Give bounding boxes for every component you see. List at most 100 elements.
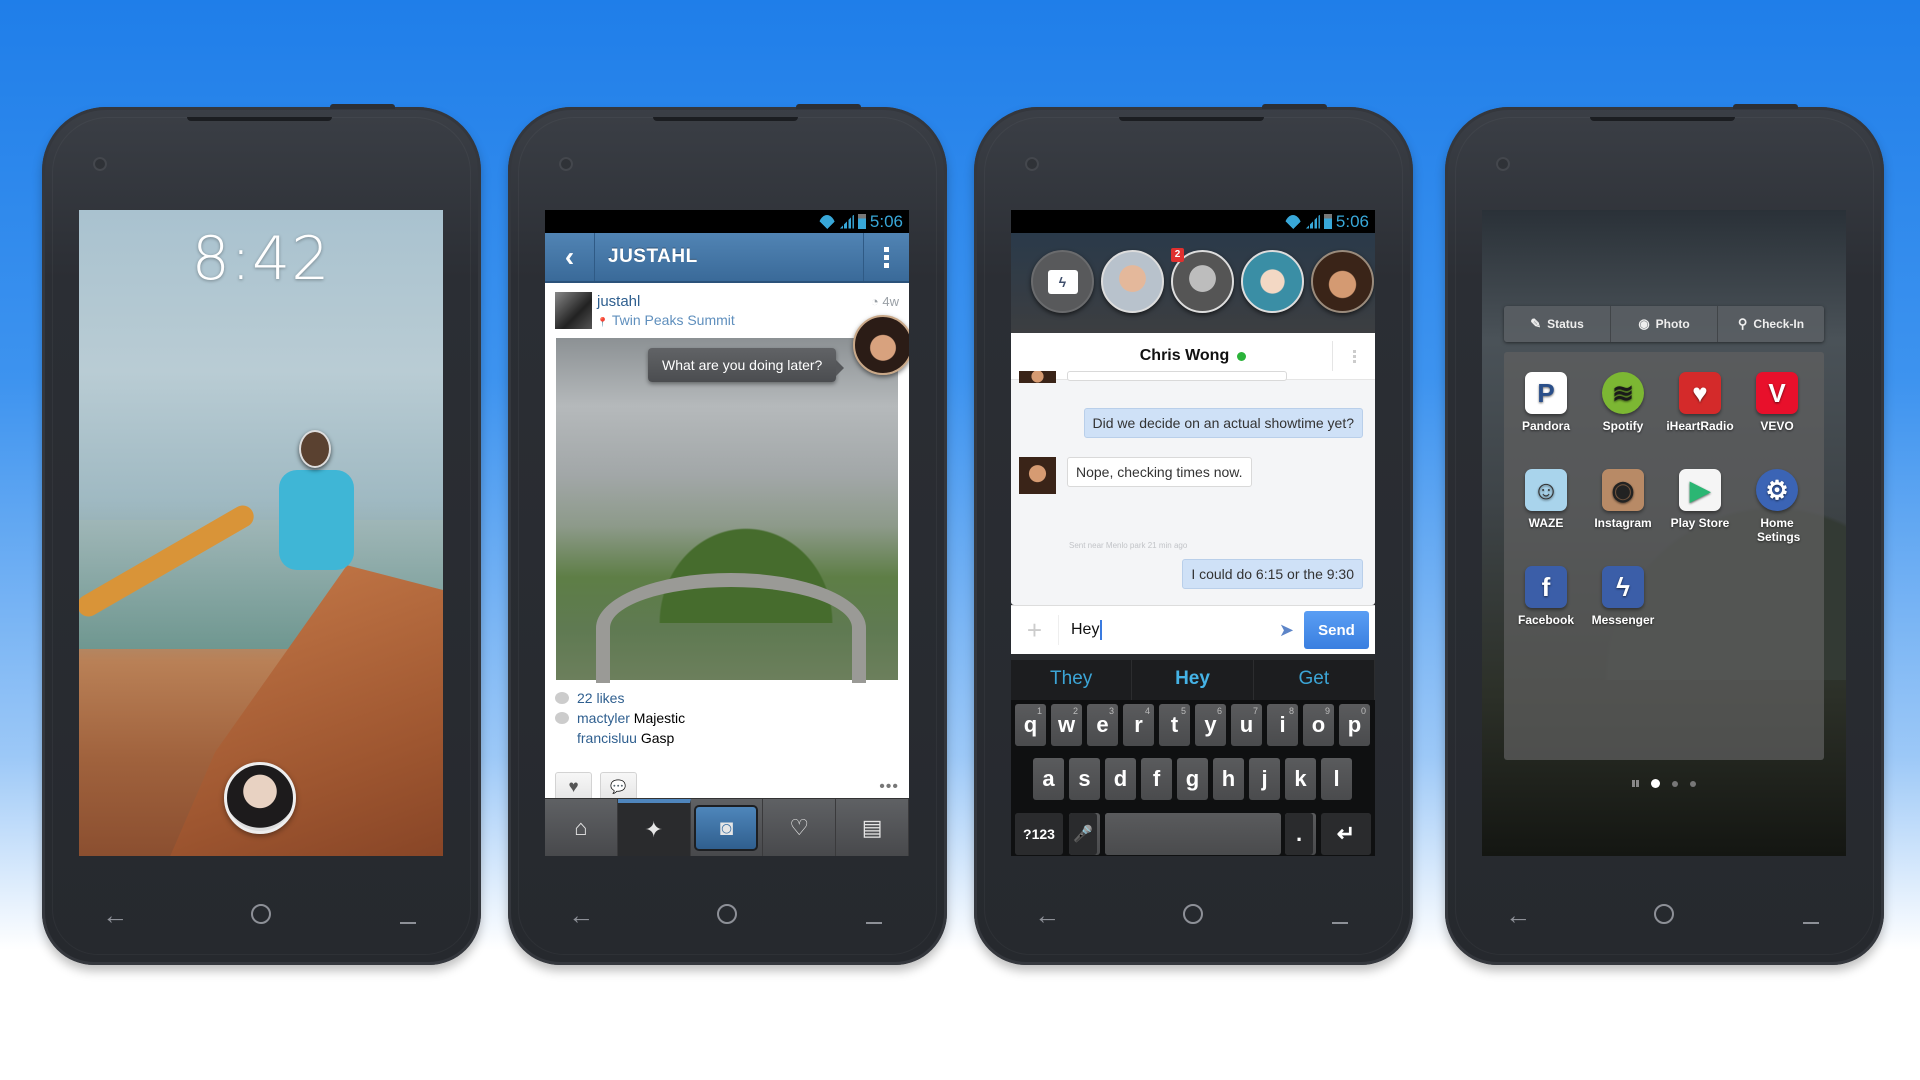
key-o[interactable]: o9 (1303, 704, 1334, 746)
status-bar: 5:06 (545, 210, 909, 233)
post-username[interactable]: justahl (597, 293, 640, 310)
key-label: q (1023, 712, 1038, 737)
send-button[interactable]: Send (1304, 611, 1369, 649)
post-photo[interactable]: What are you doing later? (556, 338, 898, 683)
message-input[interactable]: Hey (1059, 620, 1279, 640)
recent-apps-icon[interactable] (844, 900, 904, 931)
key-k[interactable]: k (1285, 758, 1316, 800)
home-icon[interactable] (1163, 900, 1223, 931)
home-icon[interactable] (231, 900, 291, 931)
more-vertical-icon[interactable] (1332, 341, 1375, 371)
back-icon[interactable]: ← (1488, 900, 1548, 931)
key-i[interactable]: i8 (1267, 704, 1298, 746)
key-r[interactable]: r4 (1123, 704, 1154, 746)
hardware-nav: ← (42, 895, 481, 935)
recent-apps-icon[interactable] (1781, 900, 1841, 931)
chat-head[interactable] (1241, 250, 1304, 313)
back-icon[interactable]: ← (551, 900, 611, 931)
mic-key[interactable]: 🎤 (1069, 813, 1097, 855)
all-apps-icon[interactable] (1632, 780, 1639, 787)
recent-apps-icon[interactable] (378, 900, 438, 931)
chat-head-bubble[interactable]: What are you doing later? (648, 348, 845, 382)
instagram-icon: ◉ (1602, 469, 1644, 511)
comment-user[interactable]: mactyler (577, 710, 630, 726)
app-vevo[interactable]: V VEVO (1738, 372, 1816, 433)
suggestion[interactable]: They (1011, 660, 1133, 700)
suggestion[interactable]: Get (1254, 660, 1375, 700)
comment-icon: 💬 (610, 779, 627, 794)
back-icon[interactable]: ← (1017, 900, 1077, 931)
key-d[interactable]: d (1105, 758, 1136, 800)
avatar[interactable] (555, 292, 592, 329)
phone-home-screen: ✎ Status ◉ Photo ⚲ Check-In P Pandora ≋ Spotif… (1445, 104, 1884, 965)
add-attachment-button[interactable]: + (1011, 615, 1059, 645)
app-label: Spotify (1602, 419, 1644, 433)
home-icon[interactable] (697, 900, 757, 931)
app-label: Messenger (1591, 613, 1655, 627)
tab-explore[interactable]: ✦ (617, 799, 691, 856)
page-dot[interactable] (1690, 780, 1696, 787)
chat-head[interactable] (1101, 250, 1164, 313)
key-l[interactable]: l (1321, 758, 1352, 800)
lock-unlock-avatar[interactable] (224, 762, 296, 834)
check-in-action[interactable]: ⚲ Check-In (1718, 306, 1824, 342)
power-button[interactable] (330, 104, 395, 109)
app-waze[interactable]: ☺ WAZE (1507, 469, 1585, 530)
power-button[interactable] (1262, 104, 1327, 109)
key-t[interactable]: t5 (1159, 704, 1190, 746)
key-j[interactable]: j (1249, 758, 1280, 800)
tab-camera[interactable]: ◙ (691, 799, 764, 856)
pandora-icon: P (1525, 372, 1567, 414)
back-icon[interactable]: ← (85, 900, 145, 931)
power-button[interactable] (1733, 104, 1798, 109)
app-instagram[interactable]: ◉ Instagram (1584, 469, 1662, 530)
page-dot[interactable] (1672, 780, 1678, 787)
chat-head[interactable]: 2 (1171, 248, 1234, 313)
status-action[interactable]: ✎ Status (1504, 306, 1611, 342)
key-s[interactable]: s (1069, 758, 1100, 800)
app-play-store[interactable]: ▶ Play Store (1661, 469, 1739, 530)
key-e[interactable]: e3 (1087, 704, 1118, 746)
more-vertical-icon[interactable] (863, 233, 909, 281)
tab-news[interactable]: ♡ (763, 799, 837, 856)
location-arrow-icon[interactable]: ➤ (1279, 620, 1294, 641)
messenger-chat-head[interactable]: ϟ (1031, 250, 1094, 313)
page-dot-active[interactable] (1651, 779, 1660, 788)
app-pandora[interactable]: P Pandora (1507, 372, 1585, 433)
more-options-button[interactable]: ••• (879, 778, 899, 796)
power-button[interactable] (796, 104, 861, 109)
key-g[interactable]: g (1177, 758, 1208, 800)
chat-head-active[interactable] (1311, 250, 1374, 313)
key-q[interactable]: q1 (1015, 704, 1046, 746)
recent-apps-icon[interactable] (1310, 900, 1370, 931)
app-iheartradio[interactable]: ♥ iHeartRadio (1661, 372, 1739, 433)
app-messenger[interactable]: ϟ Messenger (1584, 566, 1662, 627)
key-p[interactable]: p0 (1339, 704, 1370, 746)
tab-home[interactable]: ⌂ (545, 799, 618, 856)
likes-count[interactable]: 22 likes (577, 688, 624, 708)
key-f[interactable]: f (1141, 758, 1172, 800)
online-status-icon (1237, 351, 1247, 361)
photo-action[interactable]: ◉ Photo (1611, 306, 1718, 342)
home-icon[interactable] (1634, 900, 1694, 931)
phone-instagram: 5:06 ‹ JUSTAHL justahl 📍 Twin Peaks Summ… (508, 104, 947, 965)
key-y[interactable]: y6 (1195, 704, 1226, 746)
back-button[interactable]: ‹ (545, 233, 595, 281)
app-home-setings[interactable]: ⚙ Home Setings (1738, 469, 1816, 544)
front-camera (559, 157, 573, 171)
post-location[interactable]: 📍 Twin Peaks Summit (597, 312, 735, 328)
key-u[interactable]: u7 (1231, 704, 1262, 746)
key-a[interactable]: a (1033, 758, 1064, 800)
space-key[interactable] (1105, 813, 1281, 855)
comment-user[interactable]: francisluu (577, 730, 637, 746)
app-facebook[interactable]: f Facebook (1507, 566, 1585, 627)
key-w[interactable]: w2 (1051, 704, 1082, 746)
symbols-key[interactable]: ?123 (1015, 813, 1063, 855)
enter-key[interactable]: ↵ (1321, 813, 1371, 855)
app-spotify[interactable]: ≋ Spotify (1584, 372, 1662, 433)
tab-profile[interactable]: ▤ (836, 799, 909, 856)
suggestion-selected[interactable]: Hey (1132, 660, 1254, 700)
period-key[interactable]: . (1285, 813, 1313, 855)
chat-head[interactable] (853, 315, 909, 375)
key-h[interactable]: h (1213, 758, 1244, 800)
